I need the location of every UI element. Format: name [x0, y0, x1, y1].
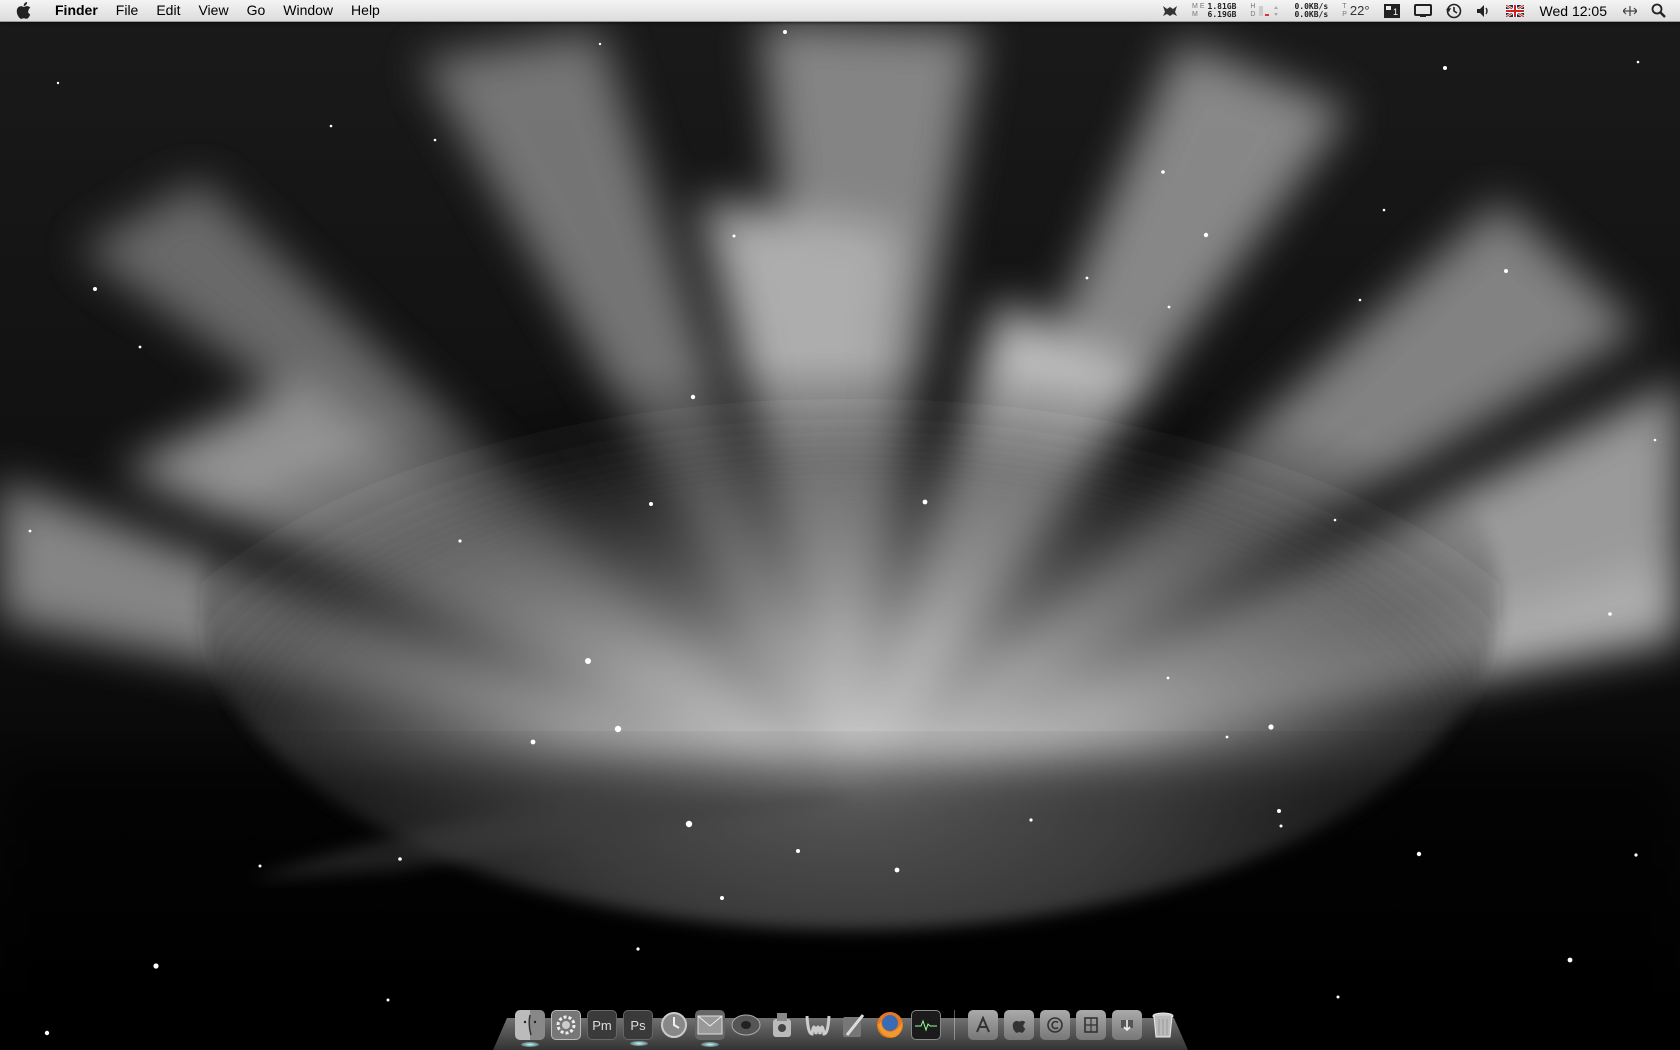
display-icon[interactable] [1407, 0, 1439, 21]
mem-label-bottom: M [1192, 10, 1198, 18]
resize-icon[interactable] [1616, 0, 1644, 21]
trash-icon[interactable] [1148, 1010, 1178, 1040]
temp-label-top: T [1342, 2, 1347, 10]
uk-flag-icon[interactable] [1499, 0, 1531, 21]
disk-label-top: H [1250, 2, 1256, 10]
mem-label-top: M E [1192, 2, 1205, 10]
disk-meter[interactable]: HD [1243, 0, 1287, 21]
dock: Pm Ps [512, 1002, 1181, 1047]
volume-icon[interactable] [1469, 0, 1499, 21]
mail-icon[interactable] [695, 1010, 725, 1047]
running-indicator [630, 1041, 648, 1046]
system-preferences-icon[interactable] [551, 1010, 581, 1040]
net-down: 0.0KB/s [1294, 9, 1329, 19]
downloads-folder-icon[interactable] [1112, 1010, 1142, 1040]
finder-icon[interactable] [515, 1010, 545, 1047]
apple-menu-icon[interactable] [0, 0, 46, 21]
photoshop-icon[interactable]: Ps [623, 1010, 653, 1046]
menu-file[interactable]: File [107, 0, 148, 21]
pen-tool-icon[interactable] [839, 1010, 869, 1040]
pagemaker-label: Pm [592, 1017, 612, 1033]
pagemaker-icon[interactable]: Pm [587, 1010, 617, 1040]
running-indicator [701, 1042, 719, 1047]
wacom-icon[interactable] [803, 1010, 833, 1040]
menu-edit[interactable]: Edit [147, 0, 189, 21]
menu-window[interactable]: Window [274, 0, 342, 21]
menu-go[interactable]: Go [238, 0, 275, 21]
activity-monitor-icon[interactable] [911, 1010, 941, 1040]
desktop-wallpaper [0, 0, 1680, 1050]
memory-free: 6.19GB [1207, 9, 1237, 19]
utility-icon[interactable] [767, 1010, 797, 1040]
memory-meter[interactable]: M EM 1.81GB 6.19GB [1185, 0, 1243, 21]
clock-icon[interactable] [659, 1010, 689, 1040]
spaces-icon[interactable]: 1 [1377, 0, 1407, 21]
photoshop-label: Ps [630, 1017, 646, 1033]
svg-text:1: 1 [1393, 7, 1398, 17]
temperature-value: 22° [1349, 3, 1370, 18]
menu-bar: Finder File Edit View Go Window Help M E… [0, 0, 1680, 22]
apple-folder-icon[interactable] [1004, 1010, 1034, 1040]
applications-folder-icon[interactable] [968, 1010, 998, 1040]
growl-icon[interactable] [1155, 0, 1185, 21]
menu-help[interactable]: Help [342, 0, 389, 21]
documents-folder-icon[interactable] [1076, 1010, 1106, 1040]
disk-label-bottom: D [1250, 10, 1256, 18]
firefox-icon[interactable] [875, 1010, 905, 1040]
temp-label-bottom: P [1342, 10, 1347, 18]
dock-separator [954, 1010, 955, 1040]
menu-finder[interactable]: Finder [46, 0, 107, 21]
time-machine-icon[interactable] [1439, 0, 1469, 21]
running-indicator [521, 1042, 539, 1047]
copyright-folder-icon[interactable] [1040, 1010, 1070, 1040]
disk-activity-icon [1259, 5, 1279, 16]
network-meter[interactable]: 0.0KB/s 0.0KB/s [1287, 0, 1335, 21]
menubar-clock[interactable]: Wed 12:05 [1531, 3, 1616, 19]
temperature-meter[interactable]: TP 22° [1335, 0, 1376, 21]
itunes-icon[interactable] [731, 1010, 761, 1040]
menu-view[interactable]: View [189, 0, 237, 21]
spotlight-icon[interactable] [1644, 0, 1680, 21]
